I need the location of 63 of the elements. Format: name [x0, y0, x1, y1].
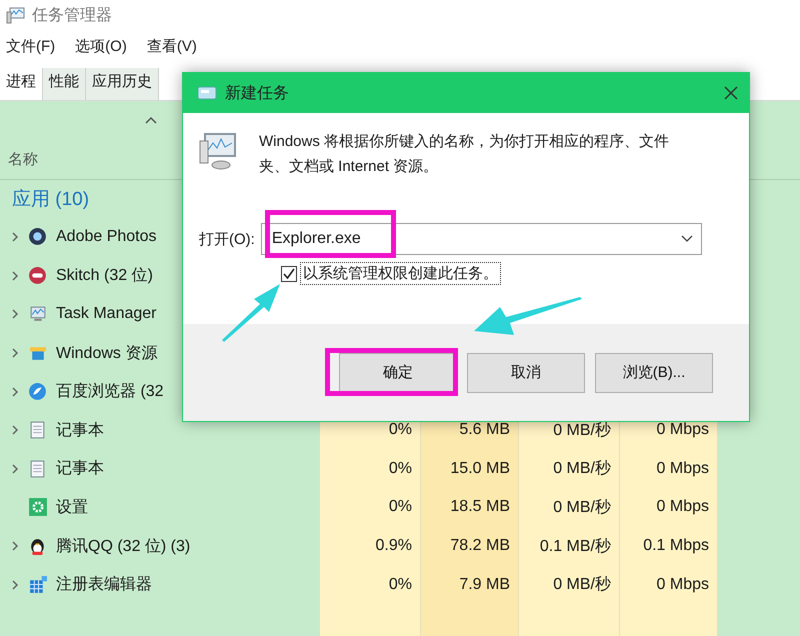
- expand-chevron-icon[interactable]: [10, 424, 20, 436]
- group-heading: 应用 (10): [12, 188, 90, 212]
- table-cell: 78.2 MB: [421, 526, 519, 566]
- close-icon[interactable]: [723, 85, 739, 101]
- table-cell: 0%: [320, 565, 421, 604]
- expand-chevron-icon[interactable]: [10, 386, 20, 398]
- table-cell: 0 Mbps: [620, 488, 718, 527]
- table-cell: 0%: [320, 450, 421, 488]
- expand-chevron-icon[interactable]: [10, 540, 20, 552]
- process-name: Adobe Photos: [56, 228, 157, 246]
- table-cell: 0 MB/秒: [519, 565, 620, 604]
- app-icon: [28, 574, 48, 595]
- process-name: 记事本: [56, 458, 104, 480]
- menu-item[interactable]: 选项(O): [75, 36, 127, 56]
- process-name: Task Manager: [56, 305, 156, 324]
- app-icon: [6, 6, 26, 24]
- process-name: Skitch (32 位): [56, 266, 153, 286]
- table-cell: 0 Mbps: [620, 565, 718, 604]
- expand-chevron-icon[interactable]: [10, 578, 20, 591]
- expand-chevron-icon[interactable]: [10, 347, 20, 360]
- process-name: Windows 资源: [56, 344, 158, 364]
- run-icon: [197, 86, 217, 100]
- dropdown-caret-icon[interactable]: [680, 235, 693, 243]
- expand-chevron-icon[interactable]: [10, 462, 20, 475]
- table-cell: 0%: [320, 488, 421, 527]
- process-name: 记事本: [56, 420, 104, 441]
- expand-chevron-icon[interactable]: [10, 270, 20, 282]
- dialog-title: 新建任务: [225, 84, 290, 104]
- command-combo-box[interactable]: Explorer.exe: [260, 223, 702, 255]
- app-icon: [28, 266, 48, 286]
- menu-item[interactable]: 文件(F): [6, 36, 56, 56]
- table-cell: 0.1 Mbps: [620, 526, 718, 566]
- window-title: 任务管理器: [32, 6, 112, 26]
- table-cell: 7.9 MB: [421, 565, 519, 604]
- expand-chevron-icon[interactable]: [10, 231, 20, 244]
- dialog-message: Windows 将根据你所键入的名称，为你打开相应的程序、文件夹、文档或 Internet 资源。: [259, 132, 670, 177]
- cancel-button[interactable]: 取消: [467, 352, 585, 392]
- checkbox-label[interactable]: 以系统管理权限创建此任务。: [300, 262, 501, 285]
- app-icon: [28, 497, 48, 518]
- process-name: 百度浏览器 (32: [56, 382, 164, 402]
- tab[interactable]: 性能: [43, 68, 86, 100]
- checkbox[interactable]: [281, 266, 297, 282]
- process-name: 腾讯QQ (32 位) (3): [56, 536, 190, 557]
- arrow-annotation: [220, 282, 282, 342]
- expand-chevron-icon[interactable]: [10, 308, 20, 320]
- table-cell: 0.9%: [320, 526, 421, 566]
- table-cell: 18.5 MB: [421, 488, 519, 527]
- open-label: 打开(O):: [199, 230, 255, 248]
- app-icon: [28, 382, 48, 402]
- tab[interactable]: 应用历史: [86, 68, 159, 100]
- menu-item[interactable]: 查看(V): [146, 36, 197, 56]
- table-cell: 0 Mbps: [620, 450, 718, 488]
- app-icon: [28, 227, 48, 248]
- process-name: 注册表编辑器: [56, 574, 152, 596]
- sort-caret-icon[interactable]: [145, 116, 157, 124]
- table-cell: 0 MB/秒: [519, 450, 620, 488]
- column-header[interactable]: 名称: [8, 150, 38, 168]
- browse-button[interactable]: 浏览(B)...: [595, 352, 713, 392]
- process-name: 设置: [56, 498, 88, 518]
- monitor-icon: [199, 131, 239, 171]
- table-cell: 0.1 MB/秒: [519, 526, 620, 566]
- table-cell: 0 MB/秒: [519, 488, 620, 527]
- table-cell: 15.0 MB: [421, 450, 519, 488]
